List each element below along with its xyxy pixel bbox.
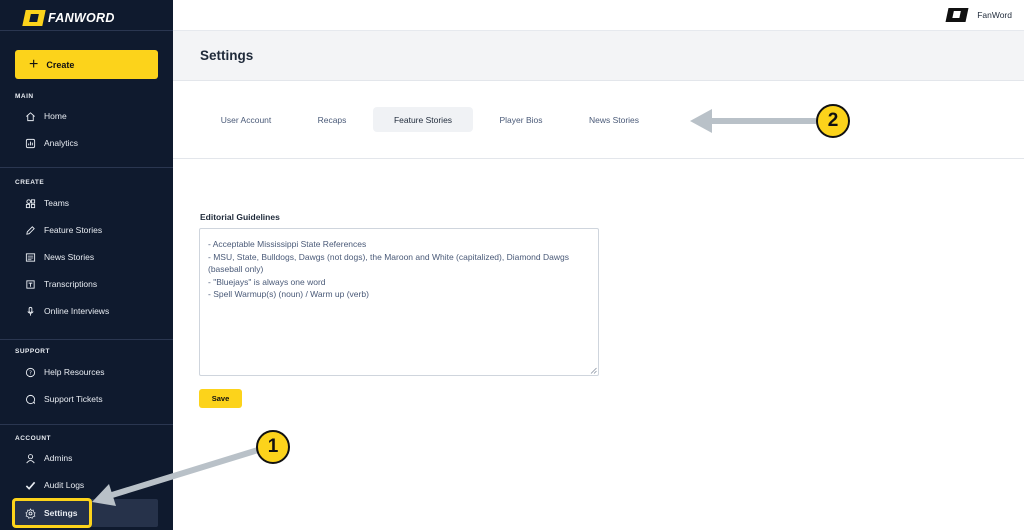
sidebar-item-help-resources[interactable]: ? Help Resources [15, 360, 158, 384]
divider [0, 30, 173, 31]
callout-badge-2: 2 [816, 104, 850, 138]
edit-icon [25, 225, 36, 236]
topbar: FanWord [173, 0, 1024, 31]
sidebar-item-label: News Stories [44, 252, 95, 262]
tab-recaps[interactable]: Recaps [301, 107, 363, 132]
section-label-main: MAIN [15, 93, 34, 100]
sidebar-item-support-tickets[interactable]: Support Tickets [15, 387, 158, 411]
sidebar-item-home[interactable]: Home [15, 104, 158, 128]
help-icon: ? [25, 367, 36, 378]
sidebar-item-label: Audit Logs [44, 480, 85, 490]
sidebar-item-admins[interactable]: Admins [15, 446, 158, 470]
sidebar: FANWORD + Create MAIN Home Analytics CRE… [0, 0, 173, 530]
sidebar-item-analytics[interactable]: Analytics [15, 131, 158, 155]
resize-grip-icon[interactable] [590, 367, 597, 374]
newspaper-icon [25, 252, 36, 263]
chat-bubble-icon [25, 394, 36, 405]
tab-user-account[interactable]: User Account [205, 107, 287, 132]
sidebar-item-label: Support Tickets [44, 394, 103, 404]
divider [0, 167, 173, 168]
section-label-support: SUPPORT [15, 348, 50, 355]
account-brand[interactable]: FanWord [945, 8, 1012, 22]
callout-badge-1: 1 [256, 430, 290, 464]
sidebar-item-label: Help Resources [44, 367, 105, 377]
sidebar-item-label: Teams [44, 198, 70, 208]
settings-highlight-box [12, 498, 92, 528]
settings-tabs: User Account Recaps Feature Stories Play… [173, 81, 1024, 159]
page-title: Settings [200, 48, 254, 63]
tab-player-bios[interactable]: Player Bios [485, 107, 557, 132]
brand-name: FanWord [977, 10, 1012, 20]
sidebar-item-teams[interactable]: Teams [15, 191, 158, 215]
logo[interactable]: FANWORD [22, 10, 115, 26]
section-label-create: CREATE [15, 179, 45, 186]
divider [0, 424, 173, 425]
sidebar-item-label: Admins [44, 453, 73, 463]
editorial-guidelines-textarea[interactable] [199, 228, 599, 376]
user-icon [25, 453, 36, 464]
teams-icon [25, 198, 36, 209]
transcription-icon [25, 279, 36, 290]
svg-text:?: ? [29, 370, 32, 376]
plus-icon: + [29, 55, 39, 73]
microphone-icon [25, 306, 36, 317]
logo-text: FANWORD [48, 11, 115, 25]
checkmark-icon [25, 480, 36, 491]
create-label: Create [46, 59, 75, 70]
tab-feature-stories[interactable]: Feature Stories [373, 107, 473, 132]
page-header: Settings [173, 31, 1024, 81]
sidebar-item-audit-logs[interactable]: Audit Logs [15, 473, 158, 497]
fanword-brand-icon [945, 8, 969, 22]
sidebar-item-label: Analytics [44, 138, 79, 148]
sidebar-item-label: Home [44, 111, 67, 121]
sidebar-item-news-stories[interactable]: News Stories [15, 245, 158, 269]
editorial-guidelines-label: Editorial Guidelines [200, 212, 280, 222]
save-button[interactable]: Save [199, 389, 242, 408]
divider [0, 339, 173, 340]
home-icon [25, 111, 36, 122]
analytics-icon [25, 138, 36, 149]
tab-news-stories[interactable]: News Stories [571, 107, 657, 132]
sidebar-item-transcriptions[interactable]: Transcriptions [15, 272, 158, 296]
sidebar-item-label: Feature Stories [44, 225, 103, 235]
sidebar-item-label: Transcriptions [44, 279, 98, 289]
fanword-logo-icon [22, 10, 46, 26]
sidebar-item-online-interviews[interactable]: Online Interviews [15, 299, 158, 323]
sidebar-item-feature-stories[interactable]: Feature Stories [15, 218, 158, 242]
sidebar-item-label: Online Interviews [44, 306, 110, 316]
create-button[interactable]: + Create [15, 50, 158, 79]
section-label-account: ACCOUNT [15, 435, 51, 442]
